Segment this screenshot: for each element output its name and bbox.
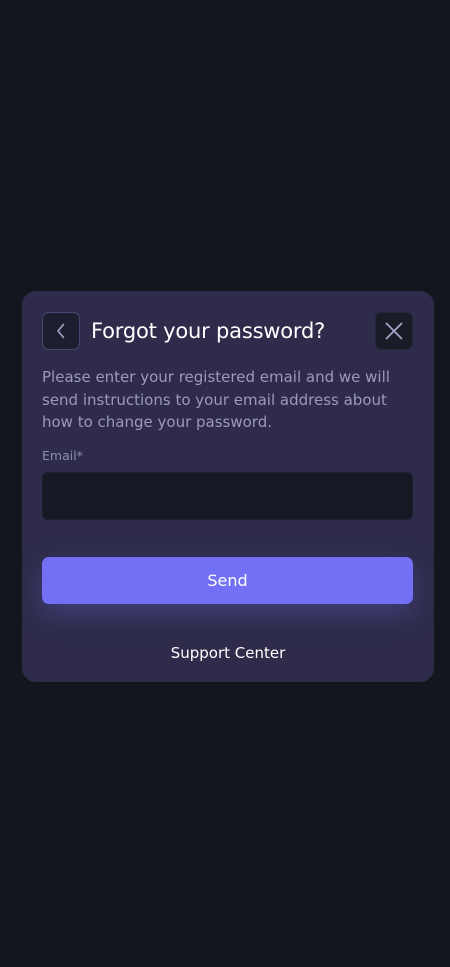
email-field[interactable] [42,472,413,520]
back-button[interactable] [42,312,80,350]
close-button[interactable] [375,312,413,350]
dialog-title: Forgot your password? [91,319,326,343]
close-icon [385,322,403,340]
forgot-password-dialog: Forgot your password? Please enter your … [22,291,434,682]
support-center-link[interactable]: Support Center [22,643,434,663]
send-button[interactable]: Send [42,557,413,604]
forgot-password-screen: Forgot your password? Please enter your … [0,0,450,967]
dialog-description: Please enter your registered email and w… [42,368,390,431]
chevron-left-icon [57,323,65,339]
email-label: Email* [42,448,83,463]
